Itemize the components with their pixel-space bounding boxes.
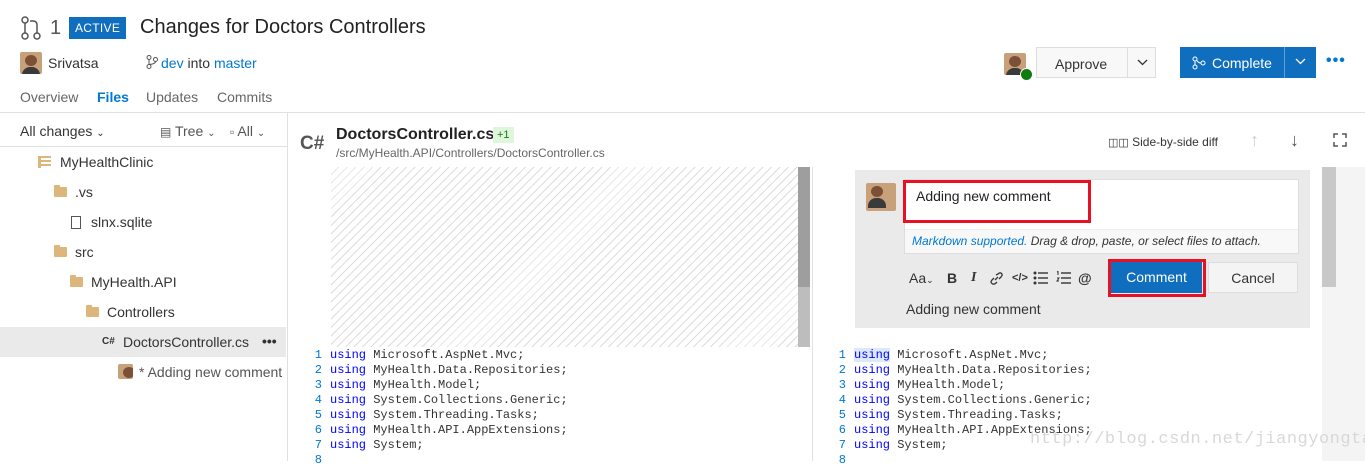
highlight-box — [903, 180, 1091, 223]
author-avatar — [20, 52, 42, 74]
complete-button[interactable]: Complete — [1180, 47, 1316, 78]
markdown-link[interactable]: Markdown supported. — [912, 234, 1027, 248]
pull-request-icon — [21, 16, 41, 40]
file-path: /src/MyHealth.API/Controllers/DoctorsCon… — [336, 146, 605, 160]
split-view-icon: ◫◫ — [1108, 137, 1129, 149]
chevron-down-icon: ⌄ — [207, 128, 216, 139]
check-icon — [1020, 68, 1033, 81]
more-actions-button[interactable]: ••• — [1326, 52, 1346, 70]
tab-commits[interactable]: Commits — [217, 89, 272, 105]
tab-overview[interactable]: Overview — [20, 89, 78, 105]
all-changes-dropdown[interactable]: All changes ⌄ — [20, 123, 105, 139]
tree-item-folder[interactable]: .vs — [0, 177, 286, 207]
tab-updates[interactable]: Updates — [146, 89, 198, 105]
code-line: 5 using System.Threading.Tasks; — [314, 408, 539, 422]
bold-icon[interactable]: B — [947, 270, 957, 286]
csharp-icon: C# — [102, 336, 115, 347]
tree-item-file[interactable]: slnx.sqlite — [0, 207, 286, 237]
chevron-down-icon: ⌄ — [96, 128, 105, 139]
code-line: 4 using System.Collections.Generic; — [838, 393, 1092, 407]
folder-icon — [70, 275, 83, 287]
commenter-avatar — [866, 183, 896, 211]
tree-item-repo[interactable]: MyHealthClinic — [0, 147, 286, 177]
chevron-down-icon — [1137, 59, 1148, 66]
tree-item-folder[interactable]: src — [0, 237, 286, 267]
pane-divider — [812, 167, 813, 461]
code-line: 4 using System.Collections.Generic; — [314, 393, 568, 407]
right-code-pane: 1 using Microsoft.AspNet.Mvc; 2 using MyHe… — [832, 348, 1092, 468]
code-line: 2 using MyHealth.Data.Repositories; — [314, 363, 568, 377]
code-line: 1 using Microsoft.AspNet.Mvc; — [838, 348, 1049, 362]
overview-ruler-thumb[interactable] — [1322, 167, 1336, 287]
comment-preview: Adding new comment — [906, 301, 1041, 317]
code-line: 3 using MyHealth.Model; — [838, 378, 1006, 392]
tree-item-comment[interactable]: * Adding new comment — [0, 357, 286, 387]
comment-icon: ▫ — [230, 125, 235, 139]
code-line: 3 using MyHealth.Model; — [314, 378, 482, 392]
folder-icon — [86, 305, 99, 317]
pr-number: 1 — [50, 17, 62, 39]
comments-filter-dropdown[interactable]: ▫ All ⌄ — [230, 123, 265, 139]
change-count-badge: +1 — [493, 127, 514, 143]
mention-icon[interactable]: @ — [1078, 270, 1092, 286]
merge-icon — [1192, 56, 1206, 70]
cancel-button[interactable]: Cancel — [1208, 262, 1298, 293]
link-icon[interactable] — [989, 271, 1004, 286]
code-line: 1 using Microsoft.AspNet.Mvc; — [314, 348, 525, 362]
code-line: 7 using System; — [314, 438, 424, 452]
tab-files[interactable]: Files — [97, 89, 129, 105]
next-change-icon[interactable]: ↓ — [1290, 130, 1299, 151]
branch-info: dev into master — [161, 55, 257, 71]
code-line: 5 using System.Threading.Tasks; — [838, 408, 1063, 422]
approve-dropdown[interactable] — [1127, 48, 1156, 77]
branch-icon — [146, 55, 158, 69]
watermark: http://blog.csdn.net/jiangyongtao — [1030, 430, 1365, 449]
numbered-list-icon[interactable] — [1056, 271, 1071, 285]
tree-item-selected-file[interactable]: C# DoctorsController.cs ••• — [0, 327, 286, 357]
complete-dropdown[interactable] — [1284, 47, 1316, 78]
folder-icon — [54, 245, 67, 257]
left-code-pane: 1 using Microsoft.AspNet.Mvc; 2 using MyHe… — [308, 348, 568, 468]
avatar — [118, 364, 133, 379]
file-name: DoctorsController.cs — [336, 126, 495, 143]
status-badge: ACTIVE — [69, 17, 127, 39]
source-branch-link[interactable]: dev — [161, 55, 184, 71]
target-branch-link[interactable]: master — [214, 55, 257, 71]
side-by-side-toggle[interactable]: ◫◫ Side-by-side diff — [1108, 135, 1218, 149]
approve-button[interactable]: Approve — [1036, 47, 1156, 78]
tree-icon: ▤ — [160, 125, 172, 139]
repo-icon — [38, 156, 51, 168]
highlight-box — [1108, 259, 1206, 297]
chevron-down-icon — [1295, 58, 1306, 65]
tree-view-dropdown[interactable]: ▤ Tree ⌄ — [160, 123, 216, 139]
chevron-down-icon: ⌄ — [256, 128, 266, 139]
empty-diff-region — [331, 167, 810, 347]
code-line: 6 using MyHealth.API.AppExtensions; — [314, 423, 568, 437]
tree-item-folder[interactable]: Controllers — [0, 297, 286, 327]
tree-item-folder[interactable]: MyHealth.API — [0, 267, 286, 297]
code-icon[interactable]: </> — [1012, 272, 1028, 284]
file-tree-panel: All changes ⌄ ▤ Tree ⌄ ▫ All ⌄ MyHealthC… — [0, 113, 288, 461]
author-name: Srivatsa — [48, 55, 99, 71]
file-icon — [71, 216, 81, 229]
folder-icon — [54, 185, 67, 197]
previous-change-icon[interactable]: ↑ — [1250, 130, 1259, 151]
file-more-button[interactable]: ••• — [262, 333, 277, 349]
csharp-file-icon: C# — [300, 133, 325, 154]
italic-icon[interactable]: I — [971, 270, 976, 286]
bulleted-list-icon[interactable] — [1033, 271, 1048, 285]
format-dropdown[interactable]: Aa⌄ — [909, 270, 934, 286]
fullscreen-icon[interactable] — [1333, 133, 1347, 147]
markdown-hint: Markdown supported. Drag & drop, paste, … — [912, 234, 1261, 248]
code-line: 2 using MyHealth.Data.Repositories; — [838, 363, 1092, 377]
page-title: Changes for Doctors Controllers — [140, 16, 426, 38]
scrollbar-thumb[interactable] — [798, 167, 810, 287]
